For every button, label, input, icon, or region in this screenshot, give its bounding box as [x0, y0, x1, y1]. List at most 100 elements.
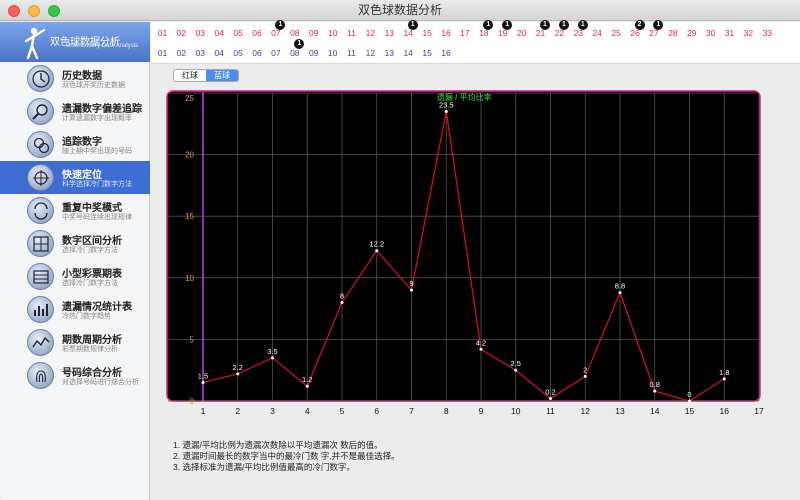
red-number-count-badge: 1 [577, 20, 588, 30]
x-tick-label: 3 [270, 406, 275, 416]
red-number-02[interactable]: 02 [172, 25, 191, 41]
tab-blue-ball[interactable]: 蓝球 [206, 70, 238, 81]
red-number-17[interactable]: 17 [455, 25, 474, 41]
main-content: 01 02 03 04 05 06 07 08 09 10 11 12 13 14 15 16 17 18 19 20… [151, 20, 800, 500]
blue-number-02[interactable]: 02 [172, 45, 191, 61]
red-number-25[interactable]: 25 [607, 25, 626, 41]
minimize-window-button[interactable] [28, 5, 40, 17]
data-label: 1.2 [302, 375, 312, 384]
red-number-03[interactable]: 03 [191, 25, 210, 41]
x-tick-label: 11 [546, 406, 555, 416]
range-grid-icon [27, 230, 54, 257]
repeat-icon [27, 197, 54, 224]
y-tick-label: 5 [190, 335, 195, 344]
maximize-window-button[interactable] [48, 5, 60, 17]
sidebar-item-period-cycle[interactable]: 期数周期分析 彩票期数规律分析 [0, 326, 150, 359]
red-number-10[interactable]: 10 [323, 25, 342, 41]
data-label: 2 [583, 365, 587, 374]
sidebar-item-omission-statistics[interactable]: 遗漏情况统计表 冷热门数字趋势 [0, 293, 150, 326]
red-number-04[interactable]: 04 [210, 25, 229, 41]
blue-number-09[interactable]: 09 [304, 45, 323, 61]
red-number-08[interactable]: 08 [285, 25, 304, 41]
data-label: 0.8 [650, 380, 660, 389]
data-label: 0 [687, 390, 691, 399]
y-tick-label: 20 [185, 151, 194, 160]
red-number-01[interactable]: 01 [153, 25, 172, 41]
blue-number-12[interactable]: 12 [361, 45, 380, 61]
y-tick-label: 10 [185, 274, 194, 283]
sidebar-item-omission-tracking[interactable]: 遗漏数字偏差追踪 计算遗漏数字出现概率 [0, 95, 150, 128]
sidebar-item-sublabel: 彩票期数规律分析 [62, 346, 118, 353]
red-number-31[interactable]: 31 [720, 25, 739, 41]
red-number-32[interactable]: 32 [739, 25, 758, 41]
sidebar: 双色球数据分析 UnionLottery Data Analysis 历史数据 … [0, 22, 150, 500]
blue-number-07[interactable]: 07 [266, 45, 285, 61]
blue-number-15[interactable]: 15 [418, 45, 437, 61]
clock-icon [27, 65, 54, 92]
red-number-count-badge: 1 [558, 20, 569, 30]
statistics-icon [27, 296, 54, 323]
ratio-chart: 0 5 10 15 20 25 1 2 3 4 5 6 7 8 9 10 11 12 13 14 15 16 17 遗漏 / … [166, 88, 764, 424]
table-icon [27, 263, 54, 290]
x-tick-label: 14 [650, 406, 660, 416]
sidebar-item-track-numbers[interactable]: 追踪数字 随上期中奖出现的号码 [0, 128, 150, 161]
red-number-13[interactable]: 13 [380, 25, 399, 41]
data-point [618, 291, 622, 295]
blue-number-10[interactable]: 10 [323, 45, 342, 61]
red-number-20[interactable]: 20 [512, 25, 531, 41]
data-point [236, 372, 240, 376]
window-title: 双色球数据分析 [357, 3, 442, 17]
sidebar-item-history[interactable]: 历史数据 双色球开奖历史数据 [0, 62, 150, 95]
red-number-09[interactable]: 09 [304, 25, 323, 41]
data-point [201, 381, 205, 385]
data-point [722, 377, 726, 381]
blue-number-01[interactable]: 01 [153, 45, 172, 61]
red-number-33[interactable]: 33 [758, 25, 777, 41]
red-number-06[interactable]: 06 [248, 25, 267, 41]
red-number-16[interactable]: 16 [437, 25, 456, 41]
blue-number-04[interactable]: 04 [210, 45, 229, 61]
x-tick-label: 6 [374, 406, 379, 416]
red-number-05[interactable]: 05 [229, 25, 248, 41]
data-point [271, 356, 274, 360]
red-number-12[interactable]: 12 [361, 25, 380, 41]
data-point [444, 109, 448, 113]
blue-number-16[interactable]: 16 [437, 45, 456, 61]
red-number-30[interactable]: 30 [701, 25, 720, 41]
note-line: 2. 遗漏时间最长的数字当中的最冷门数 字,并不是最佳选择。 [173, 451, 400, 461]
close-window-button[interactable] [8, 5, 20, 17]
blue-number-14[interactable]: 14 [399, 45, 418, 61]
red-number-28[interactable]: 28 [663, 25, 682, 41]
data-point [583, 374, 587, 378]
data-label: 1.8 [719, 368, 729, 377]
x-tick-label: 7 [409, 406, 414, 416]
sidebar-item-quick-locate[interactable]: 快速定位 科学选择冷门数字方法 [0, 161, 150, 194]
data-point [375, 249, 379, 253]
tracking-icon [27, 131, 54, 158]
red-number-count-badge: 2 [634, 20, 645, 30]
x-tick-label: 4 [305, 406, 310, 416]
plot-background [166, 90, 761, 402]
red-number-count-badge: 1 [407, 20, 418, 30]
blue-number-06[interactable]: 06 [248, 45, 267, 61]
red-number-11[interactable]: 11 [342, 25, 361, 41]
sidebar-item-range-analysis[interactable]: 数字区间分析 选择冷门数字方法 [0, 227, 150, 260]
data-point [688, 399, 691, 403]
blue-number-13[interactable]: 13 [380, 45, 399, 61]
red-number-29[interactable]: 29 [682, 25, 701, 41]
data-label: 0.2 [545, 388, 555, 397]
red-number-24[interactable]: 24 [588, 25, 607, 41]
blue-number-05[interactable]: 05 [229, 45, 248, 61]
x-tick-label: 10 [511, 406, 521, 416]
blue-number-11[interactable]: 11 [342, 45, 361, 61]
red-number-15[interactable]: 15 [418, 25, 437, 41]
sidebar-item-small-lottery-table[interactable]: 小型彩票期表 选择冷门数字方法 [0, 260, 150, 293]
sidebar-item-sublabel: 科学选择冷门数字方法 [62, 181, 132, 188]
golfer-logo-icon [24, 27, 46, 60]
tab-red-ball[interactable]: 红球 [174, 70, 206, 81]
sidebar-item-comprehensive-analysis[interactable]: 号码综合分析 对选择号码进行综合分析 [0, 359, 150, 392]
blue-number-03[interactable]: 03 [191, 45, 210, 61]
x-tick-label: 2 [235, 406, 240, 416]
ball-type-segmented-control: 红球 蓝球 [173, 69, 239, 82]
sidebar-item-repeat-pattern[interactable]: 重复中奖模式 中奖号码连续出现规律 [0, 194, 150, 227]
